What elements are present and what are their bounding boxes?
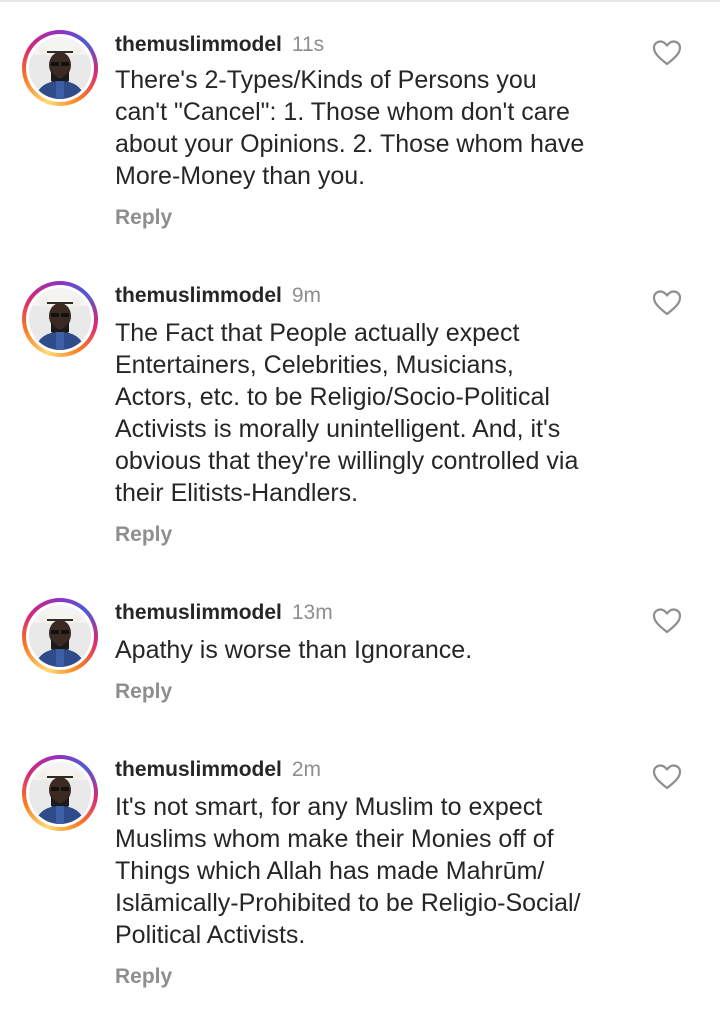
comment-text-line: Actors, etc. to be Religio/Socio-Politic…	[115, 383, 550, 411]
comment-text-line: their Elitists-Handlers.	[115, 479, 359, 507]
username-link[interactable]: themuslimmodel	[115, 33, 282, 56]
comment-header: themuslimmodel 11s	[115, 32, 324, 58]
avatar-story-ring[interactable]	[22, 755, 98, 831]
avatar	[29, 37, 91, 99]
top-divider	[0, 0, 720, 2]
heart-outline-icon[interactable]	[652, 607, 682, 635]
comment-text-line: Entertainers, Celebrities, Musicians,	[115, 351, 514, 379]
avatar	[29, 288, 91, 350]
heart-outline-icon[interactable]	[652, 289, 682, 317]
comment-text-line: Islāmically-Prohibited to be Religio-Soc…	[115, 889, 581, 917]
comment-text-line: obvious that they're willingly controlle…	[115, 447, 579, 475]
heart-outline-icon[interactable]	[652, 763, 682, 791]
comment-text-line: about your Opinions. 2. Those whom have	[115, 130, 585, 158]
timestamp: 13m	[291, 601, 333, 624]
comment-text-line: The Fact that People actually expect	[115, 319, 520, 347]
comment-text-line: More-Money than you.	[115, 162, 366, 190]
timestamp: 2m	[291, 758, 322, 781]
heart-outline-icon[interactable]	[652, 39, 682, 67]
reply-button[interactable]: Reply	[115, 679, 172, 705]
username-link[interactable]: themuslimmodel	[115, 284, 282, 307]
timestamp: 11s	[291, 33, 325, 56]
comment-header: themuslimmodel 9m	[115, 283, 321, 309]
avatar-story-ring[interactable]	[22, 281, 98, 357]
avatar-story-ring[interactable]	[22, 30, 98, 106]
comment-header: themuslimmodel 13m	[115, 600, 333, 626]
comment-text-line: There's 2-Types/Kinds of Persons you	[115, 66, 537, 94]
comment-text: Apathy is worse than Ignorance.	[115, 634, 645, 666]
timestamp: 9m	[291, 284, 322, 307]
comment-text-line: It's not smart, for any Muslim to expect	[115, 793, 543, 821]
comment-header: themuslimmodel 2m	[115, 757, 321, 783]
avatar-story-ring[interactable]	[22, 598, 98, 674]
comment-text-line: Apathy is worse than Ignorance.	[115, 636, 473, 664]
comment-text-line: Activists is morally unintelligent. And,…	[115, 415, 561, 443]
comment-text-line: Things which Allah has made Mahrūm/	[115, 857, 545, 885]
comment-text: The Fact that People actually expect Ent…	[115, 317, 645, 509]
username-link[interactable]: themuslimmodel	[115, 758, 282, 781]
reply-button[interactable]: Reply	[115, 964, 172, 990]
comment-text: It's not smart, for any Muslim to expect…	[115, 791, 645, 951]
avatar	[29, 605, 91, 667]
comment-text: There's 2-Types/Kinds of Persons you can…	[115, 64, 645, 192]
avatar	[29, 762, 91, 824]
reply-button[interactable]: Reply	[115, 205, 172, 231]
comment-text-line: Muslims whom make their Monies off of	[115, 825, 554, 853]
reply-button[interactable]: Reply	[115, 522, 172, 548]
username-link[interactable]: themuslimmodel	[115, 601, 282, 624]
comment-text-line: can't "Cancel": 1. Those whom don't care	[115, 98, 570, 126]
comment-text-line: Political Activists.	[115, 921, 306, 949]
